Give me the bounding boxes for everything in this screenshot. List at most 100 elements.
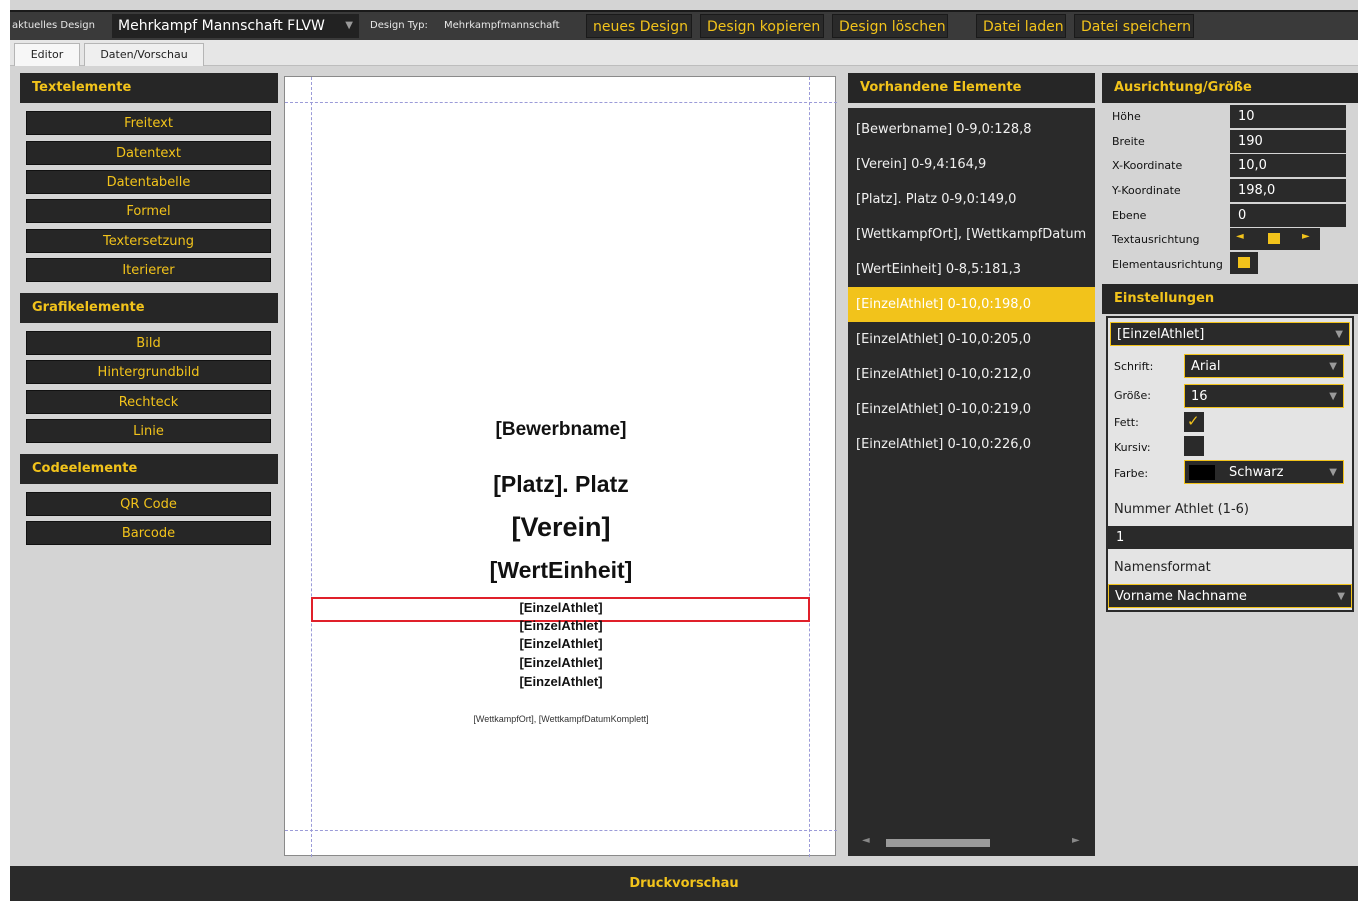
iterator-button[interactable]: Iterierer [26,258,271,282]
canvas-verein[interactable]: [Verein] [285,512,837,543]
canvas-athlete-1[interactable]: [EinzelAthlet] [285,600,837,615]
chevron-down-icon: ▼ [1329,467,1337,478]
hoehe-label: Höhe [1112,110,1141,123]
list-item-selected[interactable]: [EinzelAthlet] 0-10,0:198,0 [848,287,1095,322]
breite-label: Breite [1112,135,1145,148]
athlete-number-input[interactable]: 1 [1108,526,1352,549]
scrollbar-thumb[interactable] [886,839,990,847]
canvas-athlete-3[interactable]: [EinzelAthlet] [285,636,837,651]
color-value: Schwarz [1229,465,1284,480]
rectangle-button[interactable]: Rechteck [26,390,271,414]
canvas-athlete-2[interactable]: [EinzelAthlet] [285,618,837,633]
canvas-footer-text[interactable]: [WettkampfOrt], [WettkampfDatumKomplett] [285,714,837,724]
settings-panel: [EinzelAthlet] ▼ Schrift: Arial ▼ Größe:… [1106,316,1354,612]
list-item[interactable]: [Platz]. Platz 0-9,0:149,0 [848,182,1095,217]
y-coordinate-input[interactable]: 198,0 [1230,179,1346,202]
formula-button[interactable]: Formel [26,199,271,223]
load-file-button[interactable]: Datei laden [976,14,1066,38]
datatext-button[interactable]: Datentext [26,141,271,165]
kursiv-label: Kursiv: [1114,441,1151,454]
canvas-athlete-5[interactable]: [EinzelAthlet] [285,674,837,689]
align-left-icon[interactable]: ◄ [1236,231,1244,242]
size-select[interactable]: 16 ▼ [1184,384,1344,408]
horizontal-scrollbar[interactable]: ◄ ► [848,831,1095,853]
color-select[interactable]: Schwarz ▼ [1184,460,1344,484]
fett-label: Fett: [1114,416,1139,429]
new-design-button[interactable]: neues Design [586,14,692,38]
element-type-value: [EinzelAthlet] [1117,327,1205,342]
font-value: Arial [1191,359,1221,374]
design-canvas[interactable]: [Bewerbname] [Platz]. Platz [Verein] [We… [284,76,837,857]
qr-code-button[interactable]: QR Code [26,492,271,516]
scroll-right-icon[interactable]: ► [1072,835,1080,846]
image-button[interactable]: Bild [26,331,271,355]
save-file-button[interactable]: Datei speichern [1074,14,1194,38]
athlete-number-label: Nummer Athlet (1-6) [1114,502,1249,517]
align-right-icon[interactable]: ► [1302,231,1310,242]
y-coordinate-label: Y-Koordinate [1112,184,1181,197]
italic-checkbox[interactable] [1184,436,1204,456]
print-preview-button[interactable]: Druckvorschau [10,866,1358,901]
x-coordinate-label: X-Koordinate [1112,159,1183,172]
ebene-label: Ebene [1112,209,1147,222]
canvas-platz[interactable]: [Platz]. Platz [285,471,837,498]
chevron-down-icon: ▼ [1335,329,1343,340]
text-replace-button[interactable]: Textersetzung [26,229,271,253]
schrift-label: Schrift: [1114,360,1154,373]
elements-header: Vorhandene Elemente [848,73,1095,103]
name-format-label: Namensformat [1114,560,1211,575]
size-value: 16 [1191,389,1208,404]
list-item[interactable]: [WertEinheit] 0-8,5:181,3 [848,252,1095,287]
current-design-label: aktuelles Design [12,20,95,31]
farbe-label: Farbe: [1114,467,1149,480]
list-item[interactable]: [EinzelAthlet] 0-10,0:219,0 [848,392,1095,427]
list-item[interactable]: [Verein] 0-9,4:164,9 [848,147,1095,182]
element-alignment-control[interactable] [1230,252,1258,274]
margin-guide-left [311,77,312,857]
text-alignment-control: ◄ ► [1230,228,1320,250]
name-format-select[interactable]: Vorname Nachname ▼ [1108,584,1352,608]
copy-design-button[interactable]: Design kopieren [700,14,824,38]
element-align-center-icon[interactable] [1238,257,1250,268]
design-type-value: Mehrkampfmannschaft [444,20,560,31]
element-type-select[interactable]: [EinzelAthlet] ▼ [1110,322,1350,346]
list-item[interactable]: [Bewerbname] 0-9,0:128,8 [848,112,1095,147]
elements-list: [Bewerbname] 0-9,0:128,8 [Verein] 0-9,4:… [848,108,1095,856]
freetext-button[interactable]: Freitext [26,111,271,135]
background-image-button[interactable]: Hintergrundbild [26,360,271,384]
list-item[interactable]: [EinzelAthlet] 0-10,0:205,0 [848,322,1095,357]
list-item[interactable]: [WettkampfOrt], [WettkampfDatum [848,217,1095,252]
line-button[interactable]: Linie [26,419,271,443]
ebene-input[interactable]: 0 [1230,204,1346,227]
design-type-label: Design Typ: [370,20,428,31]
barcode-button[interactable]: Barcode [26,521,271,545]
canvas-werteinheit[interactable]: [WertEinheit] [285,557,837,584]
align-center-icon[interactable] [1268,233,1280,244]
chevron-down-icon: ▼ [1337,591,1345,602]
chevron-down-icon: ▼ [1329,391,1337,402]
list-item[interactable]: [EinzelAthlet] 0-10,0:212,0 [848,357,1095,392]
scroll-left-icon[interactable]: ◄ [862,835,870,846]
textausrichtung-label: Textausrichtung [1112,233,1200,246]
datatable-button[interactable]: Datentabelle [26,170,271,194]
breite-input[interactable]: 190 [1230,130,1346,153]
canvas-athlete-4[interactable]: [EinzelAthlet] [285,655,837,670]
delete-design-button[interactable]: Design löschen [832,14,948,38]
font-select[interactable]: Arial ▼ [1184,354,1344,378]
canvas-bewerbname[interactable]: [Bewerbname] [285,419,837,441]
tab-data-preview[interactable]: Daten/Vorschau [84,43,204,66]
chevron-down-icon: ▼ [1329,361,1337,372]
x-coordinate-input[interactable]: 10,0 [1230,154,1346,177]
list-item[interactable]: [EinzelAthlet] 0-10,0:226,0 [848,427,1095,462]
name-format-value: Vorname Nachname [1115,589,1247,604]
tab-editor[interactable]: Editor [14,43,80,66]
hoehe-input[interactable]: 10 [1230,105,1346,128]
margin-guide-bottom [285,830,837,831]
settings-header: Einstellungen [1102,284,1358,314]
check-icon: ✓ [1187,412,1200,430]
color-swatch [1189,465,1215,480]
app-window: aktuelles Design Mehrkampf Mannschaft FL… [10,0,1358,901]
margin-guide-top [285,102,837,103]
current-design-select[interactable]: Mehrkampf Mannschaft FLVW ▼ [112,14,359,38]
bold-checkbox[interactable]: ✓ [1184,412,1204,432]
